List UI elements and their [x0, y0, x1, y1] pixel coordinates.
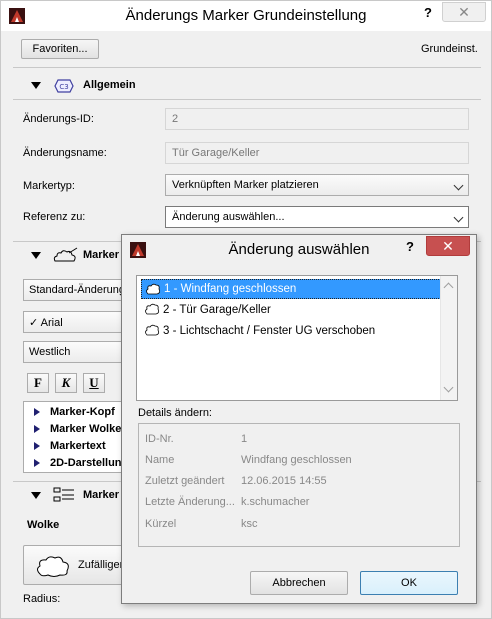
- section-marker-title: Marker: [83, 249, 120, 261]
- change-name-field: Tür Garage/Keller: [165, 142, 469, 164]
- list-scrollbar[interactable]: [440, 276, 457, 400]
- detail-key: ID-Nr.: [145, 433, 174, 445]
- list-item[interactable]: 1 - Windfang geschlossen: [141, 279, 441, 299]
- marker-cloud-icon: [51, 247, 78, 263]
- detail-value: 1: [241, 433, 248, 445]
- collapse-triangle-icon[interactable]: [31, 492, 41, 499]
- random-cloud-button[interactable]: Zufälliger: [23, 545, 133, 585]
- marker-grid-icon: [53, 487, 74, 503]
- dialog-titlebar: Änderung auswählen ? ✕: [122, 235, 476, 265]
- reference-value: Änderung auswählen...: [172, 211, 285, 223]
- cloud-label: Wolke: [27, 519, 60, 531]
- change-name-label: Änderungsname:: [23, 147, 107, 159]
- collapse-triangle-icon[interactable]: [31, 252, 41, 259]
- cloud-icon: [34, 554, 72, 581]
- section-general-header[interactable]: C3 Allgemein: [13, 75, 481, 97]
- dialog-help-button[interactable]: ?: [406, 239, 414, 254]
- dialog-title: Änderung auswählen: [228, 241, 370, 258]
- expand-arrow-icon[interactable]: [34, 459, 40, 467]
- divider: [13, 99, 481, 100]
- detail-value: ksc: [241, 518, 258, 530]
- tree-item-marker-head[interactable]: Marker-Kopf: [34, 406, 115, 418]
- reference-select[interactable]: Änderung auswählen...: [165, 206, 469, 228]
- detail-key: Name: [145, 454, 175, 466]
- marker-type-value: Verknüpften Marker platzieren: [172, 179, 319, 191]
- random-button-label: Zufälliger: [78, 559, 124, 571]
- cloud-icon: [144, 302, 160, 323]
- details-panel: ID-Nr. 1 Name Windfang geschlossen Zulet…: [138, 423, 460, 547]
- select-change-dialog: Änderung auswählen ? ✕ 1 - Windfang gesc…: [121, 234, 477, 604]
- scroll-up-icon[interactable]: [443, 282, 454, 293]
- scroll-down-icon[interactable]: [443, 382, 454, 393]
- cloud-icon: [144, 323, 160, 344]
- svg-text:C3: C3: [59, 83, 68, 91]
- radius-label: Radius:: [23, 593, 61, 605]
- grundeinst-label: Grundeinst.: [421, 43, 478, 55]
- underline-button[interactable]: U: [83, 373, 105, 393]
- detail-key: Kürzel: [145, 518, 177, 530]
- expand-arrow-icon[interactable]: [34, 442, 40, 450]
- expand-arrow-icon[interactable]: [34, 408, 40, 416]
- bold-button[interactable]: F: [27, 373, 49, 393]
- italic-button[interactable]: K: [55, 373, 77, 393]
- reference-label: Referenz zu:: [23, 211, 86, 223]
- change-id-icon: C3: [53, 78, 74, 94]
- detail-value: k.schumacher: [241, 496, 310, 508]
- tree-item-marker-text[interactable]: Markertext: [34, 440, 106, 452]
- chevron-down-icon: [453, 180, 464, 191]
- tree-item-2d-display[interactable]: 2D-Darstellung: [34, 457, 128, 469]
- list-item[interactable]: 3 - Lichtschacht / Fenster UG verschoben: [141, 321, 441, 341]
- cloud-icon: [145, 282, 161, 302]
- favorites-button[interactable]: Favoriten...: [21, 39, 99, 59]
- change-id-field: 2: [165, 108, 469, 130]
- main-titlebar: Änderungs Marker Grundeinstellung ? ✕: [1, 1, 491, 31]
- main-help-button[interactable]: ?: [424, 5, 432, 20]
- detail-value: Windfang geschlossen: [241, 454, 352, 466]
- cancel-button[interactable]: Abbrechen: [250, 571, 348, 595]
- collapse-triangle-icon[interactable]: [31, 82, 41, 89]
- ok-button[interactable]: OK: [360, 571, 458, 595]
- marker-type-label: Markertyp:: [23, 180, 75, 192]
- change-id-label: Änderungs-ID:: [23, 113, 94, 125]
- detail-value: 12.06.2015 14:55: [241, 475, 327, 487]
- chevron-down-icon: [453, 212, 464, 223]
- section-general-title: Allgemein: [83, 79, 136, 91]
- list-item[interactable]: 2 - Tür Garage/Keller: [141, 300, 441, 320]
- divider: [13, 67, 481, 68]
- change-list[interactable]: 1 - Windfang geschlossen 2 - Tür Garage/…: [136, 275, 458, 401]
- details-label: Details ändern:: [138, 407, 212, 419]
- detail-key: Zuletzt geändert: [145, 475, 225, 487]
- main-title: Änderungs Marker Grundeinstellung: [125, 7, 367, 24]
- section-marker2-title: Marker: [83, 489, 120, 501]
- main-close-button[interactable]: ✕: [442, 2, 486, 22]
- tree-item-marker-cloud[interactable]: Marker Wolke: [34, 423, 121, 435]
- expand-arrow-icon[interactable]: [34, 425, 40, 433]
- dialog-close-button[interactable]: ✕: [426, 236, 470, 256]
- marker-type-select[interactable]: Verknüpften Marker platzieren: [165, 174, 469, 196]
- detail-key: Letzte Änderung...: [145, 496, 235, 508]
